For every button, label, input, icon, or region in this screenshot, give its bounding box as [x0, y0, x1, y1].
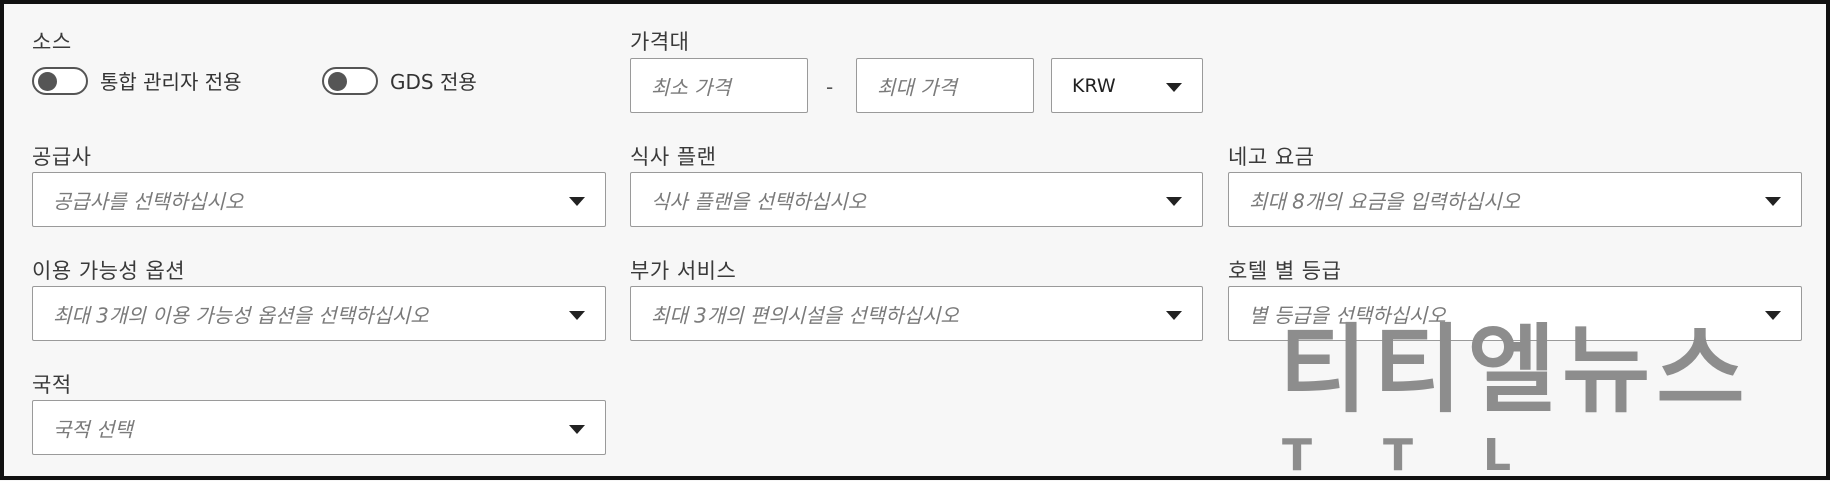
watermark-logo: 티티엘뉴스	[1279, 314, 1751, 426]
min-price-placeholder: 최소 가격	[651, 75, 731, 99]
chevron-down-icon	[1765, 310, 1781, 320]
supplier-select[interactable]: 공급사를 선택하십시오	[32, 172, 606, 227]
availability-placeholder: 최대 3개의 이용 가능성 옵션을 선택하십시오	[53, 303, 429, 327]
toggle-knob	[38, 71, 57, 91]
availability-label: 이용 가능성 옵션	[32, 259, 186, 283]
nationality-placeholder: 국적 선택	[53, 417, 133, 441]
price-range-label: 가격대	[630, 30, 690, 54]
chevron-down-icon	[569, 196, 585, 206]
hotel-rating-label: 호텔 별 등급	[1228, 259, 1342, 283]
gds-only-toggle[interactable]	[322, 66, 378, 95]
amenities-label: 부가 서비스	[630, 259, 737, 283]
meal-plan-placeholder: 식사 플랜을 선택하십시오	[651, 189, 867, 213]
meal-plan-label: 식사 플랜	[630, 145, 717, 169]
supplier-placeholder: 공급사를 선택하십시오	[53, 189, 244, 213]
integrated-admin-only-toggle[interactable]	[32, 66, 88, 95]
amenities-select[interactable]: 최대 3개의 편의시설을 선택하십시오	[630, 286, 1203, 341]
chevron-down-icon	[1166, 82, 1182, 92]
gds-only-toggle-group[interactable]: GDS 전용	[322, 66, 477, 95]
chevron-down-icon	[1166, 196, 1182, 206]
chevron-down-icon	[1166, 310, 1182, 320]
max-price-input[interactable]: 최대 가격	[856, 58, 1034, 113]
availability-select[interactable]: 최대 3개의 이용 가능성 옵션을 선택하십시오	[32, 286, 606, 341]
nationality-select[interactable]: 국적 선택	[32, 400, 606, 455]
gds-only-label: GDS 전용	[390, 70, 477, 94]
watermark-sub: TTL	[1282, 430, 1582, 481]
chevron-down-icon	[1765, 196, 1781, 206]
toggle-knob	[328, 71, 347, 91]
supplier-label: 공급사	[32, 145, 92, 169]
max-price-placeholder: 최대 가격	[877, 75, 957, 99]
amenities-placeholder: 최대 3개의 편의시설을 선택하십시오	[651, 303, 959, 327]
integrated-admin-only-toggle-group[interactable]: 통합 관리자 전용	[32, 66, 242, 95]
filter-panel: 소스 통합 관리자 전용 GDS 전용 가격대 최소 가격 - 최대 가격 KR…	[0, 0, 1830, 480]
negotiated-rate-label: 네고 요금	[1228, 145, 1315, 169]
nationality-label: 국적	[32, 373, 72, 397]
negotiated-rate-input[interactable]: 최대 8개의 요금을 입력하십시오	[1228, 172, 1802, 227]
integrated-admin-only-label: 통합 관리자 전용	[100, 70, 242, 94]
source-label: 소스	[32, 30, 72, 54]
currency-value: KRW	[1072, 74, 1116, 97]
price-separator: -	[826, 75, 834, 99]
negotiated-rate-placeholder: 최대 8개의 요금을 입력하십시오	[1249, 189, 1520, 213]
chevron-down-icon	[569, 424, 585, 434]
meal-plan-select[interactable]: 식사 플랜을 선택하십시오	[630, 172, 1203, 227]
currency-select[interactable]: KRW	[1051, 58, 1203, 113]
min-price-input[interactable]: 최소 가격	[630, 58, 808, 113]
chevron-down-icon	[569, 310, 585, 320]
